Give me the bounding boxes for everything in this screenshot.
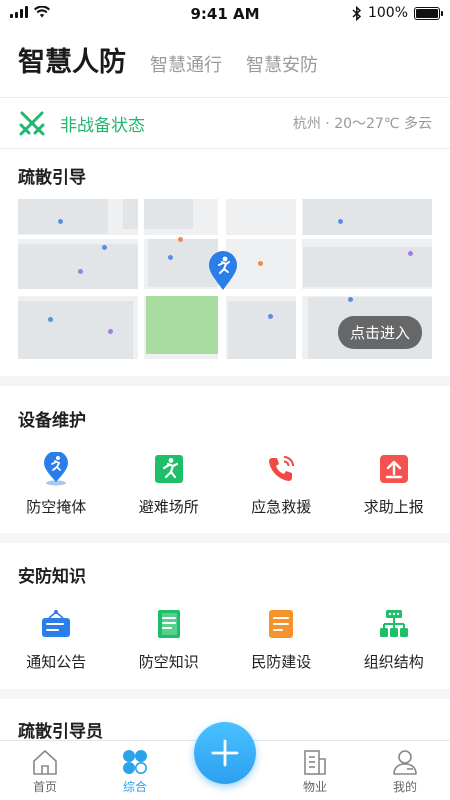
weather-info: 杭州 · 20～27℃ 多云	[292, 116, 432, 132]
grid-item-shelter-site[interactable]: 避难场所	[113, 452, 226, 517]
equipment-grid: 防空掩体 避难场所 应急救援 求助上报	[0, 452, 450, 517]
readiness-bar: 非战备状态 杭州 · 20～27℃ 多云	[0, 100, 450, 146]
status-right: 100%	[352, 5, 443, 21]
crossed-swords-icon	[19, 111, 45, 136]
tab-smart-civil-defense[interactable]: 智慧人防	[18, 40, 126, 79]
upload-icon	[379, 455, 408, 483]
nav-label: 物业	[302, 780, 327, 794]
divider	[0, 97, 450, 98]
section-separator	[0, 689, 450, 699]
grid-item-help-report[interactable]: 求助上报	[338, 452, 450, 517]
section-separator	[0, 533, 450, 543]
tab-smart-access[interactable]: 智慧通行	[150, 51, 222, 77]
exit-runner-icon	[154, 455, 183, 483]
nav-item-property[interactable]: 物业	[270, 741, 360, 800]
evacuation-title: 疏散引导	[18, 168, 86, 188]
nav-label: 我的	[392, 780, 417, 794]
equipment-title: 设备维护	[18, 411, 86, 431]
section-separator	[0, 376, 450, 386]
grid-item-emergency-rescue[interactable]: 应急救援	[225, 452, 338, 517]
grid-label: 应急救援	[251, 498, 312, 516]
grid-item-org-structure[interactable]: 组织结构	[338, 607, 450, 672]
tab-smart-security[interactable]: 智慧安防	[246, 51, 318, 77]
guides-title: 疏散引导员	[18, 722, 103, 742]
knowledge-grid: 通知公告 防空知识 民防建设 组织结构	[0, 607, 450, 672]
battery-icon	[414, 6, 443, 20]
runner-pin-icon	[44, 452, 69, 486]
divider	[0, 148, 450, 149]
phone-icon	[269, 456, 295, 481]
enter-map-button[interactable]: 点击进入	[337, 316, 422, 349]
grid-item-notice[interactable]: 通知公告	[0, 607, 113, 672]
grid-label: 民防建设	[251, 653, 312, 671]
grid-item-air-raid-shelter[interactable]: 防空掩体	[0, 452, 113, 517]
nav-item-mine[interactable]: 我的	[360, 741, 450, 800]
knowledge-title: 安防知识	[18, 567, 86, 587]
org-chart-icon	[379, 610, 408, 637]
grid-item-civil-defense-construction[interactable]: 民防建设	[225, 607, 338, 672]
document-icon	[269, 610, 294, 638]
grid-label: 组织结构	[363, 653, 424, 671]
map-location-marker-icon	[209, 251, 237, 290]
user-icon	[393, 750, 417, 775]
header-tabs: 智慧人防 智慧通行 智慧安防	[18, 40, 432, 88]
plus-icon	[211, 739, 239, 767]
grid-label: 避难场所	[138, 498, 199, 516]
grid-item-air-defense-knowledge[interactable]: 防空知识	[113, 607, 226, 672]
grid-label: 防空知识	[138, 653, 199, 671]
nav-item-general[interactable]: 综合	[90, 741, 180, 800]
readiness-status: 非战备状态	[60, 115, 145, 136]
book-icon	[157, 610, 180, 638]
nav-label: 综合	[122, 780, 147, 794]
grid-circles-icon	[123, 750, 147, 774]
evacuation-map[interactable]: 点击进入	[18, 199, 432, 359]
home-icon	[33, 750, 57, 775]
notice-board-icon	[42, 610, 71, 637]
building-icon	[304, 750, 326, 775]
nav-label: 首页	[32, 780, 57, 794]
grid-label: 通知公告	[26, 653, 87, 671]
status-bar: 9:41 AM 100%	[0, 0, 450, 28]
add-button[interactable]	[194, 722, 256, 784]
bluetooth-icon	[352, 5, 362, 21]
grid-label: 防空掩体	[26, 498, 87, 516]
battery-percent: 100%	[367, 5, 408, 21]
grid-label: 求助上报	[363, 498, 424, 516]
nav-item-home[interactable]: 首页	[0, 741, 90, 800]
